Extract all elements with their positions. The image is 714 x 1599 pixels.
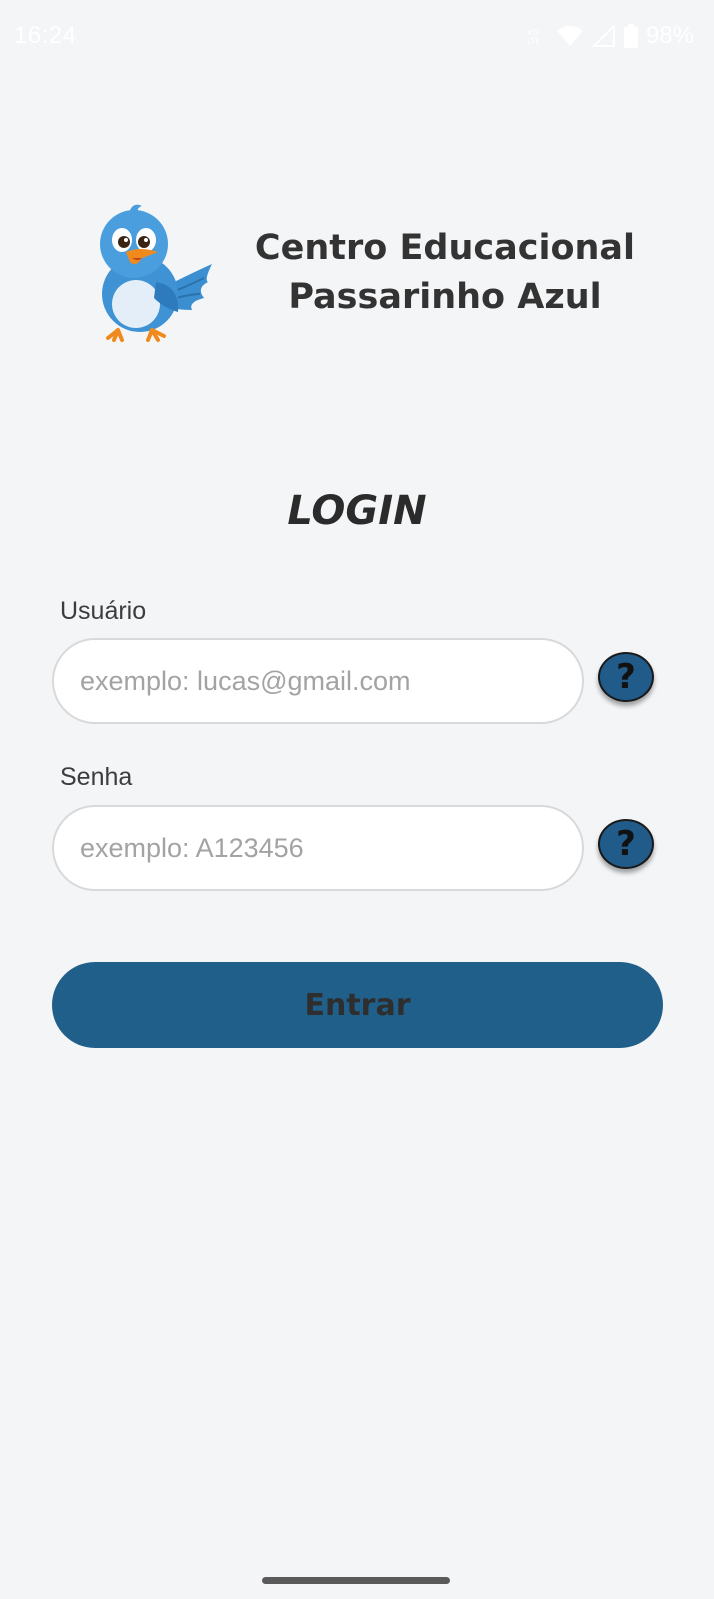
- app-header: Centro Educacional Passarinho Azul: [0, 190, 714, 350]
- school-name-line1: Centro Educacional: [254, 228, 636, 268]
- password-input[interactable]: [52, 805, 584, 891]
- lte-icon: VO LTE: [526, 26, 548, 46]
- wifi-icon: [556, 25, 584, 47]
- school-name-line2: Passarinho Azul: [288, 277, 602, 317]
- username-label: Usuário: [60, 597, 147, 625]
- login-submit-button[interactable]: Entrar: [52, 962, 663, 1048]
- password-help-button[interactable]: ?: [598, 819, 654, 869]
- login-title: LOGIN: [287, 488, 427, 534]
- username-input[interactable]: [52, 638, 584, 724]
- svg-text:VO: VO: [527, 28, 539, 37]
- home-indicator[interactable]: [262, 1577, 450, 1584]
- status-bar: 16:24 VO LTE 98%: [0, 0, 714, 78]
- status-time: 16:24: [14, 22, 77, 49]
- school-name: Centro Educacional Passarinho Azul: [250, 224, 640, 322]
- password-label: Senha: [60, 763, 133, 791]
- status-icons: VO LTE 98%: [526, 22, 694, 50]
- signal-icon: [591, 25, 616, 47]
- bird-mascot-logo: [96, 202, 218, 344]
- battery-percentage: 98%: [645, 22, 694, 49]
- svg-text:LTE: LTE: [527, 37, 540, 46]
- username-help-button[interactable]: ?: [598, 652, 654, 702]
- battery-icon: [623, 24, 638, 48]
